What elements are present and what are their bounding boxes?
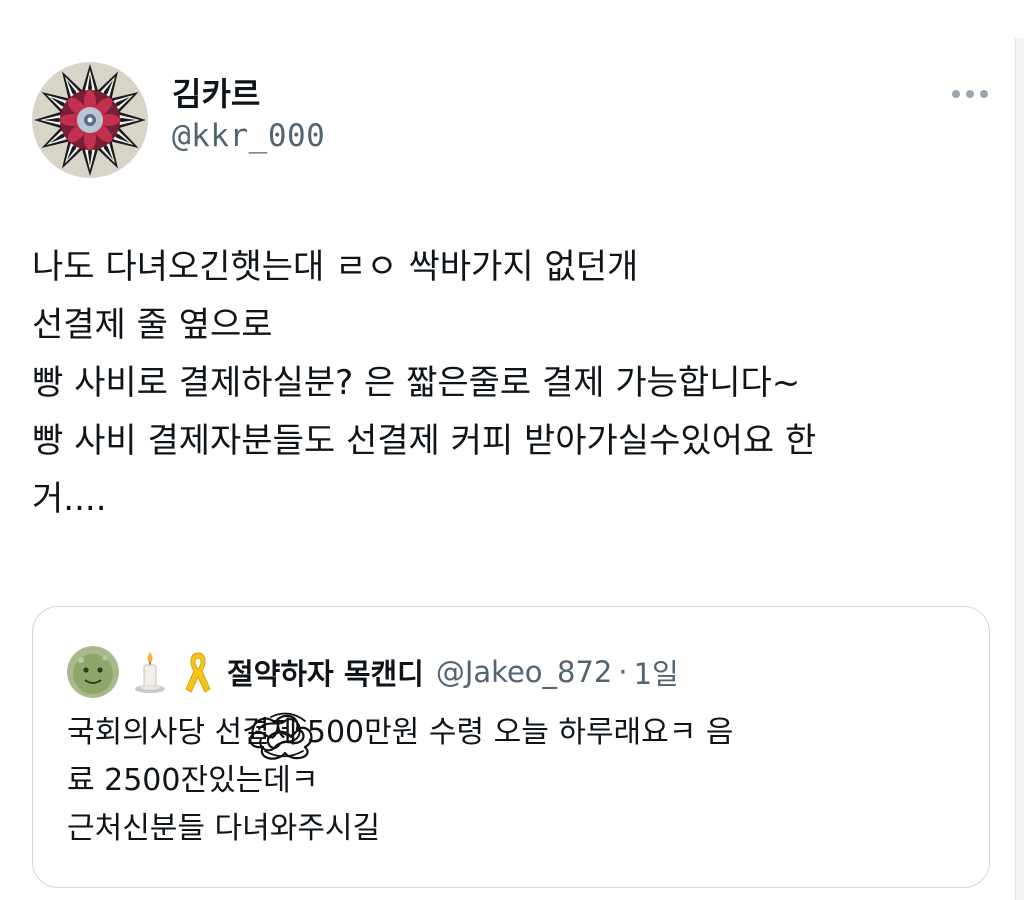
tweet-text: 나도 다녀오긴햇는대 ㄹㅇ 싹바가지 없던개 선결제 줄 옆으로 빵 사비로 결…	[32, 247, 817, 519]
quote-tweet-card[interactable]: 절약하자 목캔디 @Jakeo_872 · 1일 국회의사당 선결제 500만원…	[32, 606, 990, 888]
quote-separator: ·	[618, 655, 628, 689]
kaleidoscope-avatar-icon	[32, 62, 148, 178]
more-options-button[interactable]	[948, 82, 992, 106]
quote-text: 국회의사당 선결제 500만원 수령 오늘 하루래요ㅋ 음 료 2500잔있는데…	[67, 715, 734, 846]
author-handle[interactable]: @kkr_000	[172, 114, 325, 158]
author-avatar[interactable]	[32, 62, 148, 178]
author-display-name[interactable]: 김카르	[172, 74, 325, 114]
quote-author-handle[interactable]: @Jakeo_872	[436, 655, 613, 689]
quote-author-avatar[interactable]	[67, 646, 119, 698]
quote-timestamp[interactable]: 1일	[634, 651, 679, 693]
more-horizontal-icon	[952, 90, 988, 98]
green-character-avatar-icon	[67, 646, 119, 698]
yellow-ribbon-icon	[181, 649, 215, 695]
scrollbar[interactable]	[1015, 38, 1024, 900]
quote-author-display-name[interactable]: 절약하자 목캔디	[227, 651, 424, 693]
scribble-redaction-icon	[249, 712, 313, 760]
tweet-header: 김카르 @kkr_000	[32, 62, 992, 178]
candle-icon	[133, 650, 167, 694]
author-names: 김카르 @kkr_000	[172, 74, 325, 158]
quote-header: 절약하자 목캔디 @Jakeo_872 · 1일	[67, 643, 679, 701]
